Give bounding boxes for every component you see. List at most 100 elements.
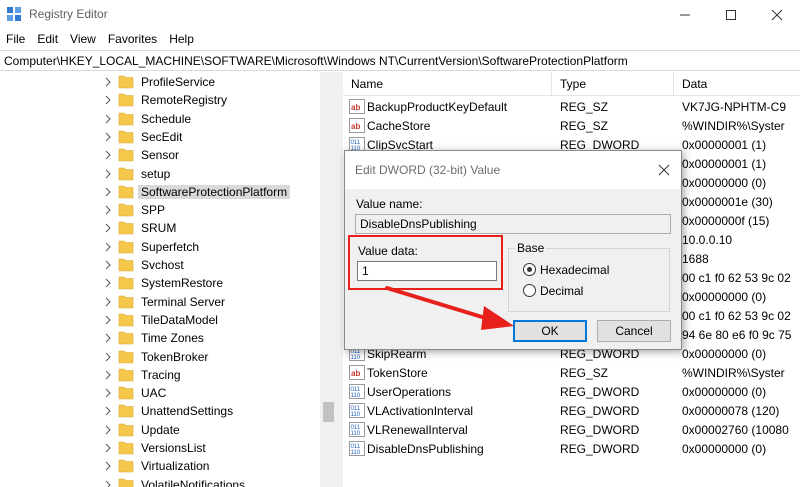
menu-file[interactable]: File <box>0 29 31 49</box>
value-row[interactable]: ab CacheStore REG_SZ %WINDIR%\Syster <box>343 116 800 135</box>
chevron-right-icon[interactable] <box>104 95 112 105</box>
value-name-field: DisableDnsPublishing <box>355 214 671 234</box>
value-name: DisableDnsPublishing <box>367 442 484 456</box>
chevron-right-icon[interactable] <box>104 223 112 233</box>
value-data: 0x00000001 (1) <box>682 157 767 171</box>
menu-help[interactable]: Help <box>163 29 200 49</box>
tree-item[interactable]: Schedule <box>0 110 320 128</box>
tree-item[interactable]: Sensor <box>0 146 320 164</box>
hexadecimal-radio[interactable] <box>523 263 536 276</box>
tree-item[interactable]: Virtualization <box>0 457 320 475</box>
chevron-right-icon[interactable] <box>104 169 112 179</box>
value-row[interactable]: 011 110 UserOperations REG_DWORD 0x00000000 … <box>343 382 800 401</box>
chevron-right-icon[interactable] <box>104 388 112 398</box>
tree-item[interactable]: SRUM <box>0 219 320 237</box>
value-row[interactable]: 011 110 DisableDnsPublishing REG_DWORD 0x000… <box>343 439 800 458</box>
folder-icon <box>118 167 134 180</box>
chevron-right-icon[interactable] <box>104 114 112 124</box>
tree-item[interactable]: TokenBroker <box>0 348 320 366</box>
column-type[interactable]: Type <box>560 77 586 91</box>
value-type: REG_SZ <box>560 100 609 114</box>
address-bar[interactable]: Computer\HKEY_LOCAL_MACHINE\SOFTWARE\Mic… <box>0 50 800 71</box>
tree-item[interactable]: Time Zones <box>0 329 320 347</box>
menu-view[interactable]: View <box>64 29 102 49</box>
svg-text:110: 110 <box>351 450 361 456</box>
tree-item[interactable]: UnattendSettings <box>0 402 320 420</box>
value-row[interactable]: 011 110 VLActivationInterval REG_DWORD 0x000… <box>343 401 800 420</box>
tree-item[interactable]: RemoteRegistry <box>0 91 320 109</box>
key-tree[interactable]: ProfileService RemoteRegistry Schedule SecE… <box>0 72 337 487</box>
chevron-right-icon[interactable] <box>104 370 112 380</box>
value-data: 0x00000000 (0) <box>682 347 767 361</box>
window-title: Registry Editor <box>29 7 108 21</box>
chevron-right-icon[interactable] <box>104 333 112 343</box>
chevron-right-icon[interactable] <box>104 187 112 197</box>
minimize-button[interactable] <box>662 0 708 29</box>
tree-item[interactable]: UAC <box>0 384 320 402</box>
tree-scrollbar[interactable] <box>320 72 337 487</box>
maximize-button[interactable] <box>708 0 754 29</box>
tree-item[interactable]: SPP <box>0 201 320 219</box>
svg-text:110: 110 <box>351 393 361 399</box>
chevron-right-icon[interactable] <box>104 278 112 288</box>
chevron-right-icon[interactable] <box>104 480 112 487</box>
ok-button[interactable]: OK <box>513 320 587 342</box>
value-data: 0x00000001 (1) <box>682 138 767 152</box>
chevron-right-icon[interactable] <box>104 461 112 471</box>
cancel-button[interactable]: Cancel <box>597 320 671 342</box>
folder-icon <box>118 148 134 162</box>
tree-item[interactable]: TileDataModel <box>0 311 320 329</box>
tree-item[interactable]: Svchost <box>0 256 320 274</box>
edit-dword-dialog: Edit DWORD (32-bit) Value Value name: Di… <box>344 150 682 350</box>
tree-item[interactable]: Terminal Server <box>0 293 320 311</box>
chevron-right-icon[interactable] <box>104 242 112 252</box>
tree-item[interactable]: SecEdit <box>0 128 320 146</box>
value-type: REG_DWORD <box>560 423 640 437</box>
tree-item[interactable]: ProfileService <box>0 73 320 91</box>
chevron-right-icon[interactable] <box>104 132 112 142</box>
value-row[interactable]: ab TokenStore REG_SZ %WINDIR%\Syster <box>343 363 800 382</box>
tree-item-label: UnattendSettings <box>141 404 234 419</box>
decimal-label[interactable]: Decimal <box>540 284 583 298</box>
tree-item[interactable]: SoftwareProtectionPlatform <box>0 183 320 201</box>
chevron-right-icon[interactable] <box>104 205 112 215</box>
tree-item[interactable]: Tracing <box>0 366 320 384</box>
chevron-right-icon[interactable] <box>104 77 112 87</box>
chevron-right-icon[interactable] <box>104 150 112 160</box>
column-data[interactable]: Data <box>682 77 707 91</box>
chevron-right-icon[interactable] <box>104 443 112 453</box>
column-divider[interactable] <box>551 72 552 96</box>
value-data-input[interactable]: 1 <box>357 261 497 281</box>
column-divider[interactable] <box>673 72 674 96</box>
tree-scrollbar-thumb[interactable] <box>323 402 334 422</box>
tree-item[interactable]: SystemRestore <box>0 274 320 292</box>
base-group: Base <box>508 241 670 312</box>
tree-item[interactable]: setup <box>0 165 320 183</box>
close-button[interactable] <box>754 0 800 29</box>
dialog-close-icon[interactable] <box>655 161 673 179</box>
tree-item-label: UAC <box>141 386 167 401</box>
chevron-right-icon[interactable] <box>104 352 112 362</box>
chevron-right-icon[interactable] <box>104 315 112 325</box>
tree-item[interactable]: VolatileNotifications <box>0 476 320 487</box>
tree-item[interactable]: VersionsList <box>0 439 320 457</box>
tree-item[interactable]: Update <box>0 421 320 439</box>
value-row[interactable]: 011 110 VLRenewalInterval REG_DWORD 0x000027… <box>343 420 800 439</box>
hexadecimal-label[interactable]: Hexadecimal <box>540 263 609 277</box>
value-row[interactable]: ab BackupProductKeyDefault REG_SZ VK7JG-NPH… <box>343 97 800 116</box>
chevron-right-icon[interactable] <box>104 406 112 416</box>
chevron-right-icon[interactable] <box>104 425 112 435</box>
menu-edit[interactable]: Edit <box>31 29 64 49</box>
column-name[interactable]: Name <box>351 77 383 91</box>
tree-item[interactable]: Superfetch <box>0 238 320 256</box>
chevron-right-icon[interactable] <box>104 260 112 270</box>
folder-icon <box>118 405 134 418</box>
dialog-title: Edit DWORD (32-bit) Value <box>355 163 501 177</box>
chevron-right-icon[interactable] <box>104 297 112 307</box>
decimal-radio[interactable] <box>523 284 536 297</box>
close-icon <box>771 9 783 20</box>
tree-item-label: Update <box>141 422 180 437</box>
folder-icon <box>118 75 134 89</box>
menu-favorites[interactable]: Favorites <box>102 29 163 49</box>
tree-item-label: SecEdit <box>141 129 183 144</box>
